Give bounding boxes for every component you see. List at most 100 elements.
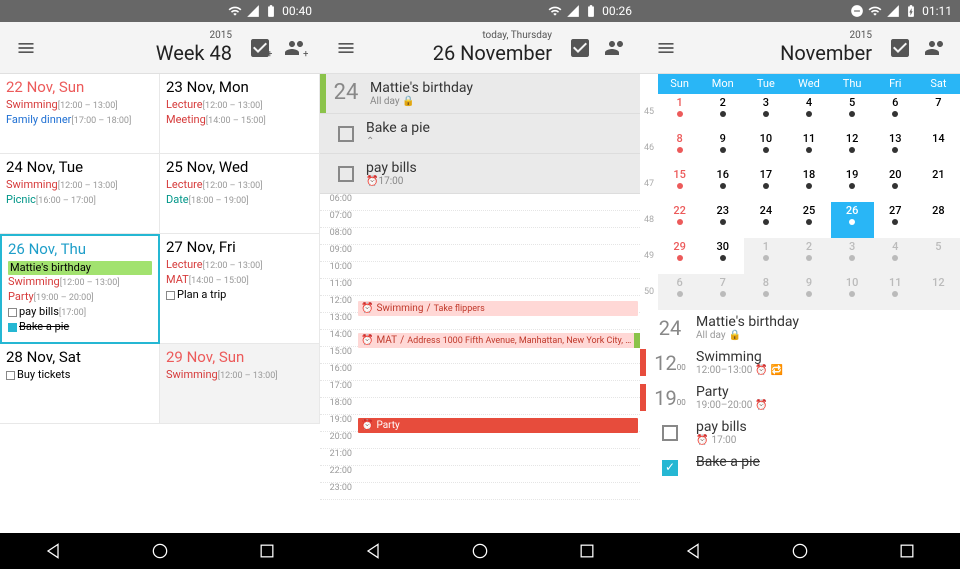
- week-cell[interactable]: 23 Nov, MonLecture[12:00 – 13:00]Meeting…: [160, 74, 320, 154]
- task-checkbox[interactable]: [326, 126, 366, 142]
- event[interactable]: Meeting[14:00 – 15:00]: [166, 113, 313, 128]
- month-cell[interactable]: 20: [874, 166, 917, 202]
- menu-button[interactable]: [648, 38, 684, 58]
- event[interactable]: pay bills[17:00]: [8, 305, 152, 320]
- month-cell[interactable]: 15: [658, 166, 701, 202]
- back-button[interactable]: [43, 541, 63, 561]
- hour-row[interactable]: 22:00: [320, 466, 640, 483]
- checkbox-icon[interactable]: [166, 291, 175, 300]
- month-cell[interactable]: 12: [917, 274, 960, 310]
- agenda-event[interactable]: 1200 Swimming 12:00–13:00 ⏰ 🔁: [640, 345, 960, 380]
- expand-icon[interactable]: ⌃: [366, 136, 430, 147]
- event[interactable]: Lecture[12:00 – 13:00]: [166, 258, 313, 273]
- new-task-button[interactable]: +: [244, 36, 276, 60]
- back-button[interactable]: [683, 541, 703, 561]
- week-cell[interactable]: 26 Nov, ThuMattie's birthdaySwimming[12:…: [0, 234, 160, 344]
- hour-row[interactable]: 09:00: [320, 245, 640, 262]
- menu-button[interactable]: [8, 38, 44, 58]
- month-cell[interactable]: 28: [917, 202, 960, 238]
- month-cell[interactable]: 30: [701, 238, 744, 274]
- month-cell[interactable]: 3: [744, 94, 787, 130]
- month-cell[interactable]: 2: [787, 238, 830, 274]
- add-people-button[interactable]: [600, 36, 632, 60]
- month-cell[interactable]: 23: [701, 202, 744, 238]
- month-cell[interactable]: 10: [744, 130, 787, 166]
- event[interactable]: Lecture[12:00 – 13:00]: [166, 178, 313, 193]
- recent-button[interactable]: [897, 541, 917, 561]
- hour-row[interactable]: 20:00: [320, 432, 640, 449]
- month-cell[interactable]: 19: [831, 166, 874, 202]
- month-cell[interactable]: 5: [831, 94, 874, 130]
- hour-row[interactable]: 11:00: [320, 279, 640, 296]
- hour-row[interactable]: 15:00: [320, 347, 640, 364]
- recent-button[interactable]: [257, 541, 277, 561]
- week-cell[interactable]: 24 Nov, TueSwimming[12:00 – 13:00]Picnic…: [0, 154, 160, 234]
- new-task-button[interactable]: [884, 36, 916, 60]
- month-cell[interactable]: 16: [701, 166, 744, 202]
- recent-button[interactable]: [577, 541, 597, 561]
- month-cell[interactable]: 3: [831, 238, 874, 274]
- checkbox-icon[interactable]: [8, 308, 17, 317]
- month-cell[interactable]: 8: [744, 274, 787, 310]
- week-cell[interactable]: 22 Nov, SunSwimming[12:00 – 13:00]Family…: [0, 74, 160, 154]
- month-cell[interactable]: 4: [874, 238, 917, 274]
- agenda-task[interactable]: Bake a pie: [640, 450, 960, 484]
- new-task-button[interactable]: [564, 36, 596, 60]
- event[interactable]: Lecture[12:00 – 13:00]: [166, 98, 313, 113]
- event[interactable]: Swimming[12:00 – 13:00]: [8, 275, 152, 290]
- month-cell[interactable]: 6: [874, 94, 917, 130]
- month-cell[interactable]: 17: [744, 166, 787, 202]
- event[interactable]: Buy tickets: [6, 368, 153, 382]
- add-people-button[interactable]: +: [280, 36, 312, 60]
- event[interactable]: Party[19:00 – 20:00]: [8, 290, 152, 305]
- event[interactable]: Swimming[12:00 – 13:00]: [6, 98, 153, 113]
- event[interactable]: Swimming[12:00 – 13:00]: [166, 368, 313, 383]
- title-block[interactable]: 2015 Week 48: [48, 30, 240, 65]
- hours-grid[interactable]: ⏰ Swimming/ Take flippers ⏰ MAT/ Address…: [320, 194, 640, 533]
- hour-row[interactable]: 06:00: [320, 194, 640, 211]
- event[interactable]: Swimming[12:00 – 13:00]: [6, 178, 153, 193]
- month-cell[interactable]: 27: [874, 202, 917, 238]
- title-block[interactable]: 2015 November: [688, 30, 880, 65]
- hour-row[interactable]: 21:00: [320, 449, 640, 466]
- task-checkbox[interactable]: [662, 460, 678, 476]
- event[interactable]: Mattie's birthday: [8, 261, 152, 275]
- month-cell[interactable]: 12: [831, 130, 874, 166]
- month-cell[interactable]: 13: [874, 130, 917, 166]
- month-grid[interactable]: 4512345674689101112131447151617181920214…: [640, 94, 960, 310]
- task-row[interactable]: pay bills ⏰17:00: [320, 154, 640, 194]
- hour-row[interactable]: 23:00: [320, 483, 640, 500]
- week-cell[interactable]: 29 Nov, SunSwimming[12:00 – 13:00]: [160, 344, 320, 424]
- home-button[interactable]: [470, 541, 490, 561]
- month-cell[interactable]: 10: [831, 274, 874, 310]
- hour-row[interactable]: 08:00: [320, 228, 640, 245]
- menu-button[interactable]: [328, 38, 364, 58]
- event[interactable]: Family dinner[17:00 – 18:00]: [6, 113, 153, 128]
- allday-row[interactable]: 24 Mattie's birthday All day 🔒: [320, 74, 640, 114]
- task-checkbox[interactable]: [326, 166, 366, 182]
- week-grid[interactable]: 22 Nov, SunSwimming[12:00 – 13:00]Family…: [0, 74, 320, 533]
- hour-row[interactable]: 16:00: [320, 364, 640, 381]
- event-party[interactable]: ⏰ Party: [358, 418, 638, 433]
- agenda-task[interactable]: pay bills ⏰17:00: [640, 415, 960, 450]
- month-cell[interactable]: 18: [787, 166, 830, 202]
- month-cell[interactable]: 1: [658, 94, 701, 130]
- week-cell[interactable]: 28 Nov, SatBuy tickets: [0, 344, 160, 424]
- month-cell[interactable]: 6: [658, 274, 701, 310]
- month-cell[interactable]: 7: [917, 94, 960, 130]
- event[interactable]: MAT[14:00 – 15:00]: [166, 273, 313, 288]
- month-cell[interactable]: 9: [787, 274, 830, 310]
- title-block[interactable]: today, Thursday 26 November: [368, 30, 560, 65]
- agenda-allday[interactable]: 24 Mattie's birthday All day 🔒: [640, 310, 960, 345]
- week-cell[interactable]: 27 Nov, FriLecture[12:00 – 13:00]MAT[14:…: [160, 234, 320, 344]
- month-cell[interactable]: 2: [701, 94, 744, 130]
- month-cell[interactable]: 11: [874, 274, 917, 310]
- home-button[interactable]: [150, 541, 170, 561]
- event[interactable]: Plan a trip: [166, 288, 313, 302]
- month-cell[interactable]: 14: [917, 130, 960, 166]
- week-cell[interactable]: 25 Nov, WedLecture[12:00 – 13:00]Date[18…: [160, 154, 320, 234]
- hour-row[interactable]: 07:00: [320, 211, 640, 228]
- agenda-event[interactable]: 1900 Party 19:00–20:00 ⏰: [640, 380, 960, 415]
- checkbox-icon[interactable]: [6, 371, 15, 380]
- checkbox-icon[interactable]: [8, 323, 17, 332]
